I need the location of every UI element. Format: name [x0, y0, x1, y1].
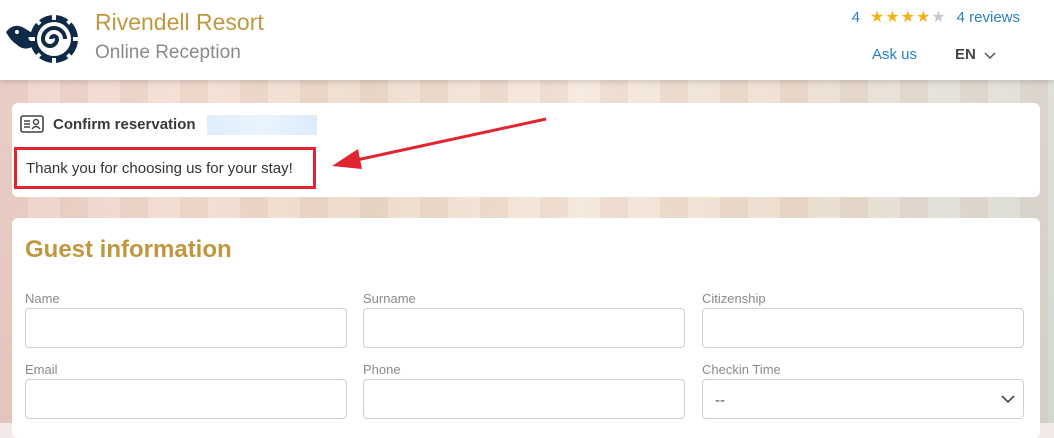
citizenship-label: Citizenship [702, 291, 766, 306]
hotel-subtitle: Online Reception [95, 42, 241, 63]
star-icon: ★ [900, 8, 915, 26]
chevron-down-icon [984, 51, 996, 59]
redacted-reservation-id [207, 115, 317, 135]
spiral-bird-logo-icon [6, 14, 78, 64]
checkin-time-select[interactable]: -- [702, 379, 1024, 419]
star-icon: ★ [915, 8, 931, 26]
rating[interactable]: 4 ★ ★ ★ ★ ★ 4 reviews [852, 9, 1020, 26]
rating-score: 4 [851, 9, 860, 26]
email-input[interactable] [25, 379, 347, 419]
chevron-down-icon [1001, 395, 1015, 404]
star-icon: ★ [885, 8, 900, 26]
ask-us-link[interactable]: Ask us [872, 46, 917, 63]
confirm-title-text: Confirm reservation [53, 115, 196, 133]
checkin-time-value: -- [715, 392, 725, 409]
language-label: EN [955, 46, 976, 63]
confirm-title: Confirm reservation [20, 115, 196, 133]
reviews-link[interactable]: 4 reviews [957, 9, 1020, 26]
star-empty-icon: ★ [931, 8, 946, 26]
star-icon: ★ [869, 8, 885, 26]
name-input[interactable] [25, 308, 347, 348]
header: Rivendell Resort Online Reception 4 ★ ★ … [0, 0, 1054, 80]
id-card-icon [20, 115, 44, 133]
guest-info-title: Guest information [25, 236, 232, 263]
phone-label: Phone [363, 362, 401, 377]
citizenship-input[interactable] [702, 308, 1024, 348]
thank-you-message: Thank you for choosing us for your stay! [26, 160, 293, 177]
annotation-arrow [332, 117, 547, 169]
rating-stars: ★ ★ ★ ★ ★ [869, 8, 947, 26]
email-label: Email [25, 362, 58, 377]
hotel-name: Rivendell Resort [95, 9, 264, 35]
language-selector[interactable]: EN [955, 46, 996, 63]
surname-label: Surname [363, 291, 416, 306]
name-label: Name [25, 291, 60, 306]
guest-information-card: Guest information Name Surname Citizensh… [12, 218, 1040, 438]
checkin-time-label: Checkin Time [702, 362, 781, 377]
phone-input[interactable] [363, 379, 685, 419]
surname-input[interactable] [363, 308, 685, 348]
